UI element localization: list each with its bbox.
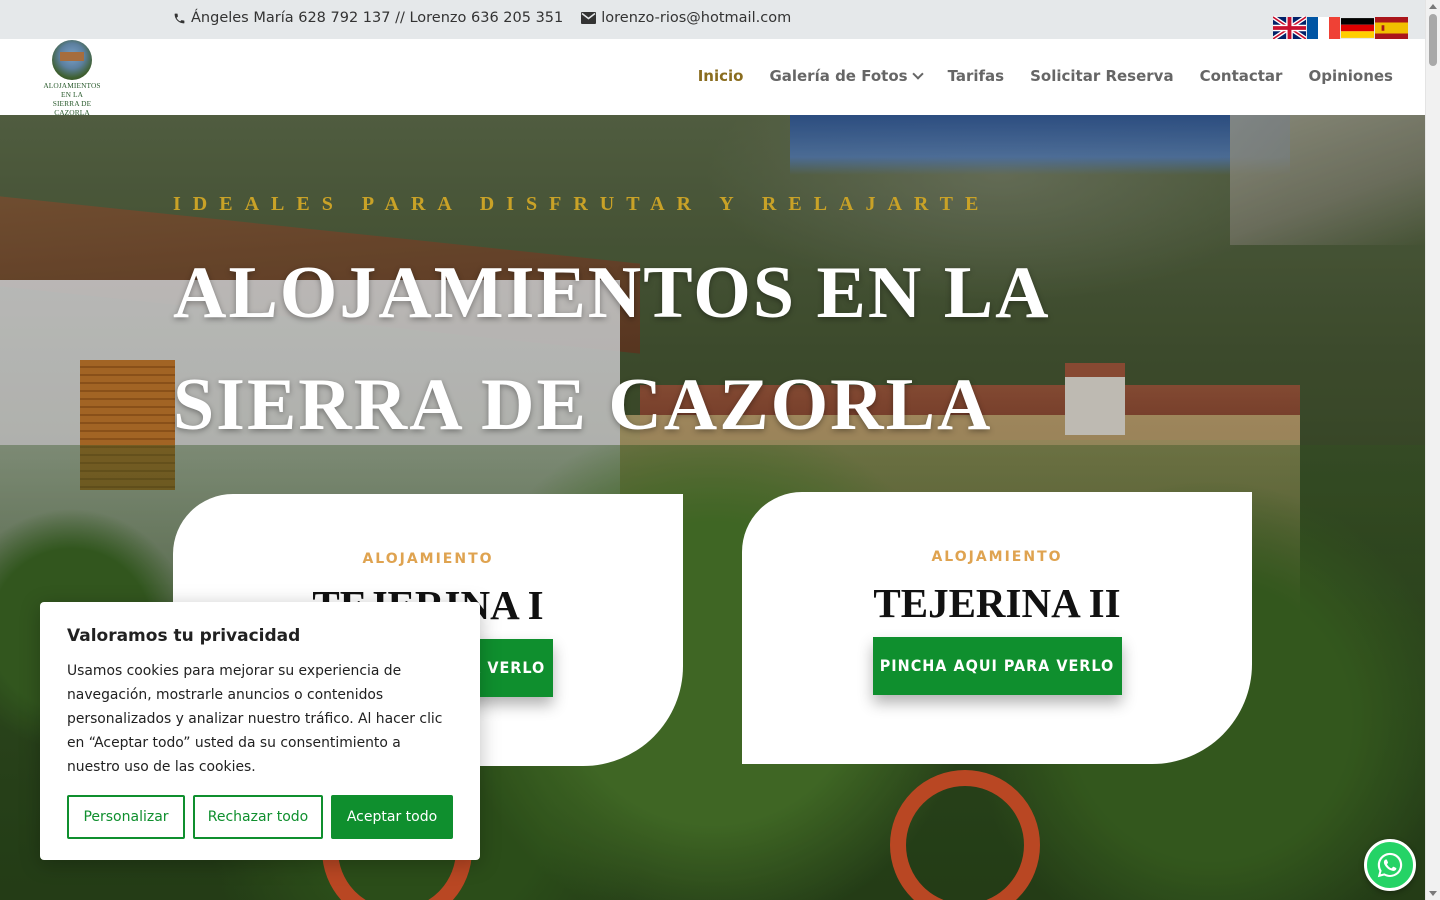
nav-opiniones[interactable]: Opiniones [1308, 67, 1393, 85]
cookie-title: Valoramos tu privacidad [67, 626, 301, 646]
accept-all-button[interactable]: Aceptar todo [331, 795, 453, 839]
logo-image [52, 40, 92, 80]
hero-tagline: IDEALES PARA DISFRUTAR Y RELAJARTE [173, 193, 991, 215]
view-tejerina-2-button[interactable]: PINCHA AQUI PARA VERLO [872, 637, 1122, 695]
scroll-up-arrow-icon[interactable] [1429, 4, 1437, 9]
flag-uk-icon[interactable] [1273, 16, 1306, 40]
card-kicker: ALOJAMIENTO [362, 551, 494, 567]
email-contact[interactable]: lorenzo-rios@hotmail.com [581, 10, 791, 26]
flag-fr-icon[interactable] [1307, 16, 1340, 40]
nav-galeria-label: Galería de Fotos [769, 67, 908, 85]
flag-de-icon[interactable] [1341, 16, 1374, 40]
logo-text: ALOJAMIENTOS EN LA SIERRA DE CAZORLA [43, 81, 101, 117]
scrollbar-thumb[interactable] [1429, 14, 1437, 66]
nav-contactar[interactable]: Contactar [1200, 67, 1283, 85]
phone-contact[interactable]: Ángeles María 628 792 137 // Lorenzo 636… [173, 10, 563, 26]
main-nav: Inicio Galería de Fotos Tarifas Solicita… [698, 67, 1393, 85]
nav-inicio[interactable]: Inicio [698, 67, 744, 85]
site-header: ALOJAMIENTOS EN LA SIERRA DE CAZORLA Ini… [0, 39, 1425, 117]
reject-all-button[interactable]: Rechazar todo [193, 795, 323, 839]
email-text: lorenzo-rios@hotmail.com [601, 10, 792, 26]
cookie-consent-dialog: Valoramos tu privacidad Usamos cookies p… [40, 602, 480, 860]
customize-button[interactable]: Personalizar [67, 795, 185, 839]
accommodation-card: ALOJAMIENTO TEJERINA II PINCHA AQUI PARA… [742, 492, 1252, 764]
phone-text: Ángeles María 628 792 137 // Lorenzo 636… [191, 10, 564, 26]
whatsapp-icon [1377, 852, 1403, 878]
site-logo[interactable]: ALOJAMIENTOS EN LA SIERRA DE CAZORLA [35, 40, 109, 117]
nav-solicitar-reserva[interactable]: Solicitar Reserva [1030, 67, 1173, 85]
chevron-down-icon [911, 68, 924, 80]
page-scrollbar[interactable] [1425, 0, 1440, 900]
card-title: TEJERINA II [873, 580, 1121, 626]
phone-icon [173, 12, 186, 25]
cookie-buttons: Personalizar Rechazar todo Aceptar todo [67, 795, 453, 839]
top-bar: Ángeles María 628 792 137 // Lorenzo 636… [0, 0, 1425, 40]
scroll-down-arrow-icon[interactable] [1429, 891, 1437, 896]
envelope-icon [581, 12, 597, 24]
hero-title: ALOJAMIENTOS EN LA SIERRA DE CAZORLA [173, 252, 1047, 446]
contact-info: Ángeles María 628 792 137 // Lorenzo 636… [173, 10, 791, 26]
nav-tarifas[interactable]: Tarifas [948, 67, 1005, 85]
cookie-body: Usamos cookies para mejorar su experienc… [67, 663, 443, 775]
flag-es-icon[interactable] [1375, 16, 1408, 40]
language-switcher [1273, 16, 1408, 40]
nav-galeria-de-fotos[interactable]: Galería de Fotos [769, 67, 924, 85]
whatsapp-button[interactable] [1364, 839, 1416, 891]
card-kicker: ALOJAMIENTO [931, 549, 1063, 565]
